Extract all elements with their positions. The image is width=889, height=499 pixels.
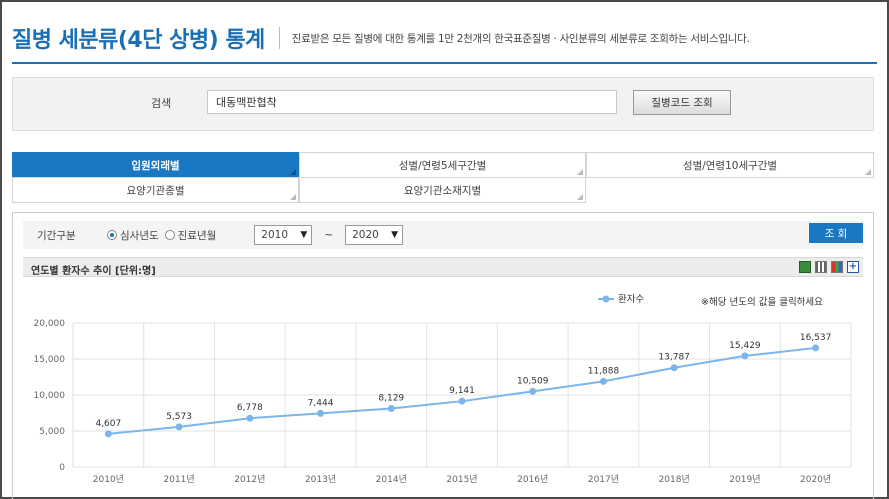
search-input[interactable] [207, 90, 617, 114]
data-label: 6,778 [237, 403, 263, 413]
x-tick-label: 2017년 [588, 474, 619, 485]
disease-code-search-button[interactable]: 질병코드 조회 [633, 90, 731, 115]
header-underline [12, 62, 877, 64]
chart-note: ※해당 년도의 값을 클릭하세요 [701, 296, 823, 308]
tab-corner-icon [865, 169, 871, 175]
y-tick-label: 10,000 [34, 391, 66, 401]
page-header: 질병 세분류(4단 상병) 통계 진료받은 모든 질병에 대한 통계를 1만 2… [12, 18, 750, 58]
tab-label: 성별/연령10세구간별 [682, 159, 778, 172]
x-tick-label: 2016년 [517, 474, 548, 485]
x-tick-label: 2013년 [305, 474, 336, 485]
tab-corner-icon [290, 194, 296, 200]
data-point[interactable] [529, 387, 537, 395]
tab-inpatient-outpatient[interactable]: 입원외래별 [12, 152, 299, 178]
data-point[interactable] [317, 409, 325, 417]
data-label: 9,141 [449, 386, 475, 396]
tab-label: 요양기관종별 [126, 184, 185, 197]
x-tick-label: 2018년 [659, 474, 690, 485]
x-tick-label: 2011년 [163, 474, 194, 485]
data-point[interactable] [741, 352, 749, 360]
legend-marker [602, 295, 610, 303]
data-point[interactable] [387, 404, 395, 412]
data-label: 8,129 [378, 393, 404, 403]
tab-sex-age-10yr[interactable]: 성별/연령10세구간별 [586, 152, 874, 178]
page-description: 진료받은 모든 질병에 대한 통계를 1만 2천개의 한국표준질병 · 사인분류… [291, 32, 750, 45]
x-tick-label: 2020년 [800, 474, 831, 485]
data-label: 13,787 [658, 353, 690, 363]
title-divider [278, 27, 280, 49]
tab-institution-location[interactable]: 요양기관소재지별 [299, 177, 586, 203]
x-tick-label: 2014년 [376, 474, 407, 485]
data-label: 11,888 [588, 366, 620, 376]
data-label: 16,537 [800, 333, 832, 343]
tab-label: 성별/연령5세구간별 [398, 159, 487, 172]
tab-corner-icon [290, 169, 296, 175]
result-panel: 기간구분 심사년도 진료년월 2010 ▼ ~ 2020 ▼ 조 회 연도별 환자수… [12, 212, 874, 499]
tab-corner-icon [577, 169, 583, 175]
data-point[interactable] [458, 397, 466, 405]
data-point[interactable] [599, 377, 607, 385]
page-title: 질병 세분류(4단 상병) 통계 [12, 28, 265, 53]
legend-label: 환자수 [618, 293, 644, 305]
tab-label: 입원외래별 [131, 159, 180, 172]
y-tick-label: 0 [59, 463, 65, 473]
line-chart: 0 5,000 10,000 15,000 20,000 2010년 2011년 2012년 2… [34, 293, 852, 485]
data-point[interactable] [104, 430, 112, 438]
data-label: 15,429 [729, 341, 761, 351]
data-point[interactable] [812, 344, 820, 352]
data-label: 7,444 [308, 398, 334, 408]
x-tick-label: 2019년 [729, 474, 760, 485]
x-tick-label: 2012년 [234, 474, 265, 485]
x-tick-label: 2015년 [446, 474, 477, 485]
search-panel: 검색 질병코드 조회 [12, 77, 874, 131]
tab-label: 요양기관소재지별 [403, 184, 482, 197]
search-label: 검색 [151, 97, 172, 110]
x-tick-label: 2010년 [93, 474, 124, 485]
data-point[interactable] [246, 414, 254, 422]
y-tick-label: 15,000 [34, 355, 66, 365]
y-tick-label: 20,000 [34, 319, 66, 329]
data-point[interactable] [175, 423, 183, 431]
data-point[interactable] [670, 364, 678, 372]
data-label: 10,509 [517, 376, 549, 386]
tab-institution-type[interactable]: 요양기관종별 [12, 177, 299, 203]
y-tick-label: 5,000 [39, 427, 65, 437]
data-label: 5,573 [166, 412, 192, 422]
tab-sex-age-5yr[interactable]: 성별/연령5세구간별 [299, 152, 586, 178]
tab-corner-icon [577, 194, 583, 200]
data-label: 4,607 [95, 419, 121, 429]
